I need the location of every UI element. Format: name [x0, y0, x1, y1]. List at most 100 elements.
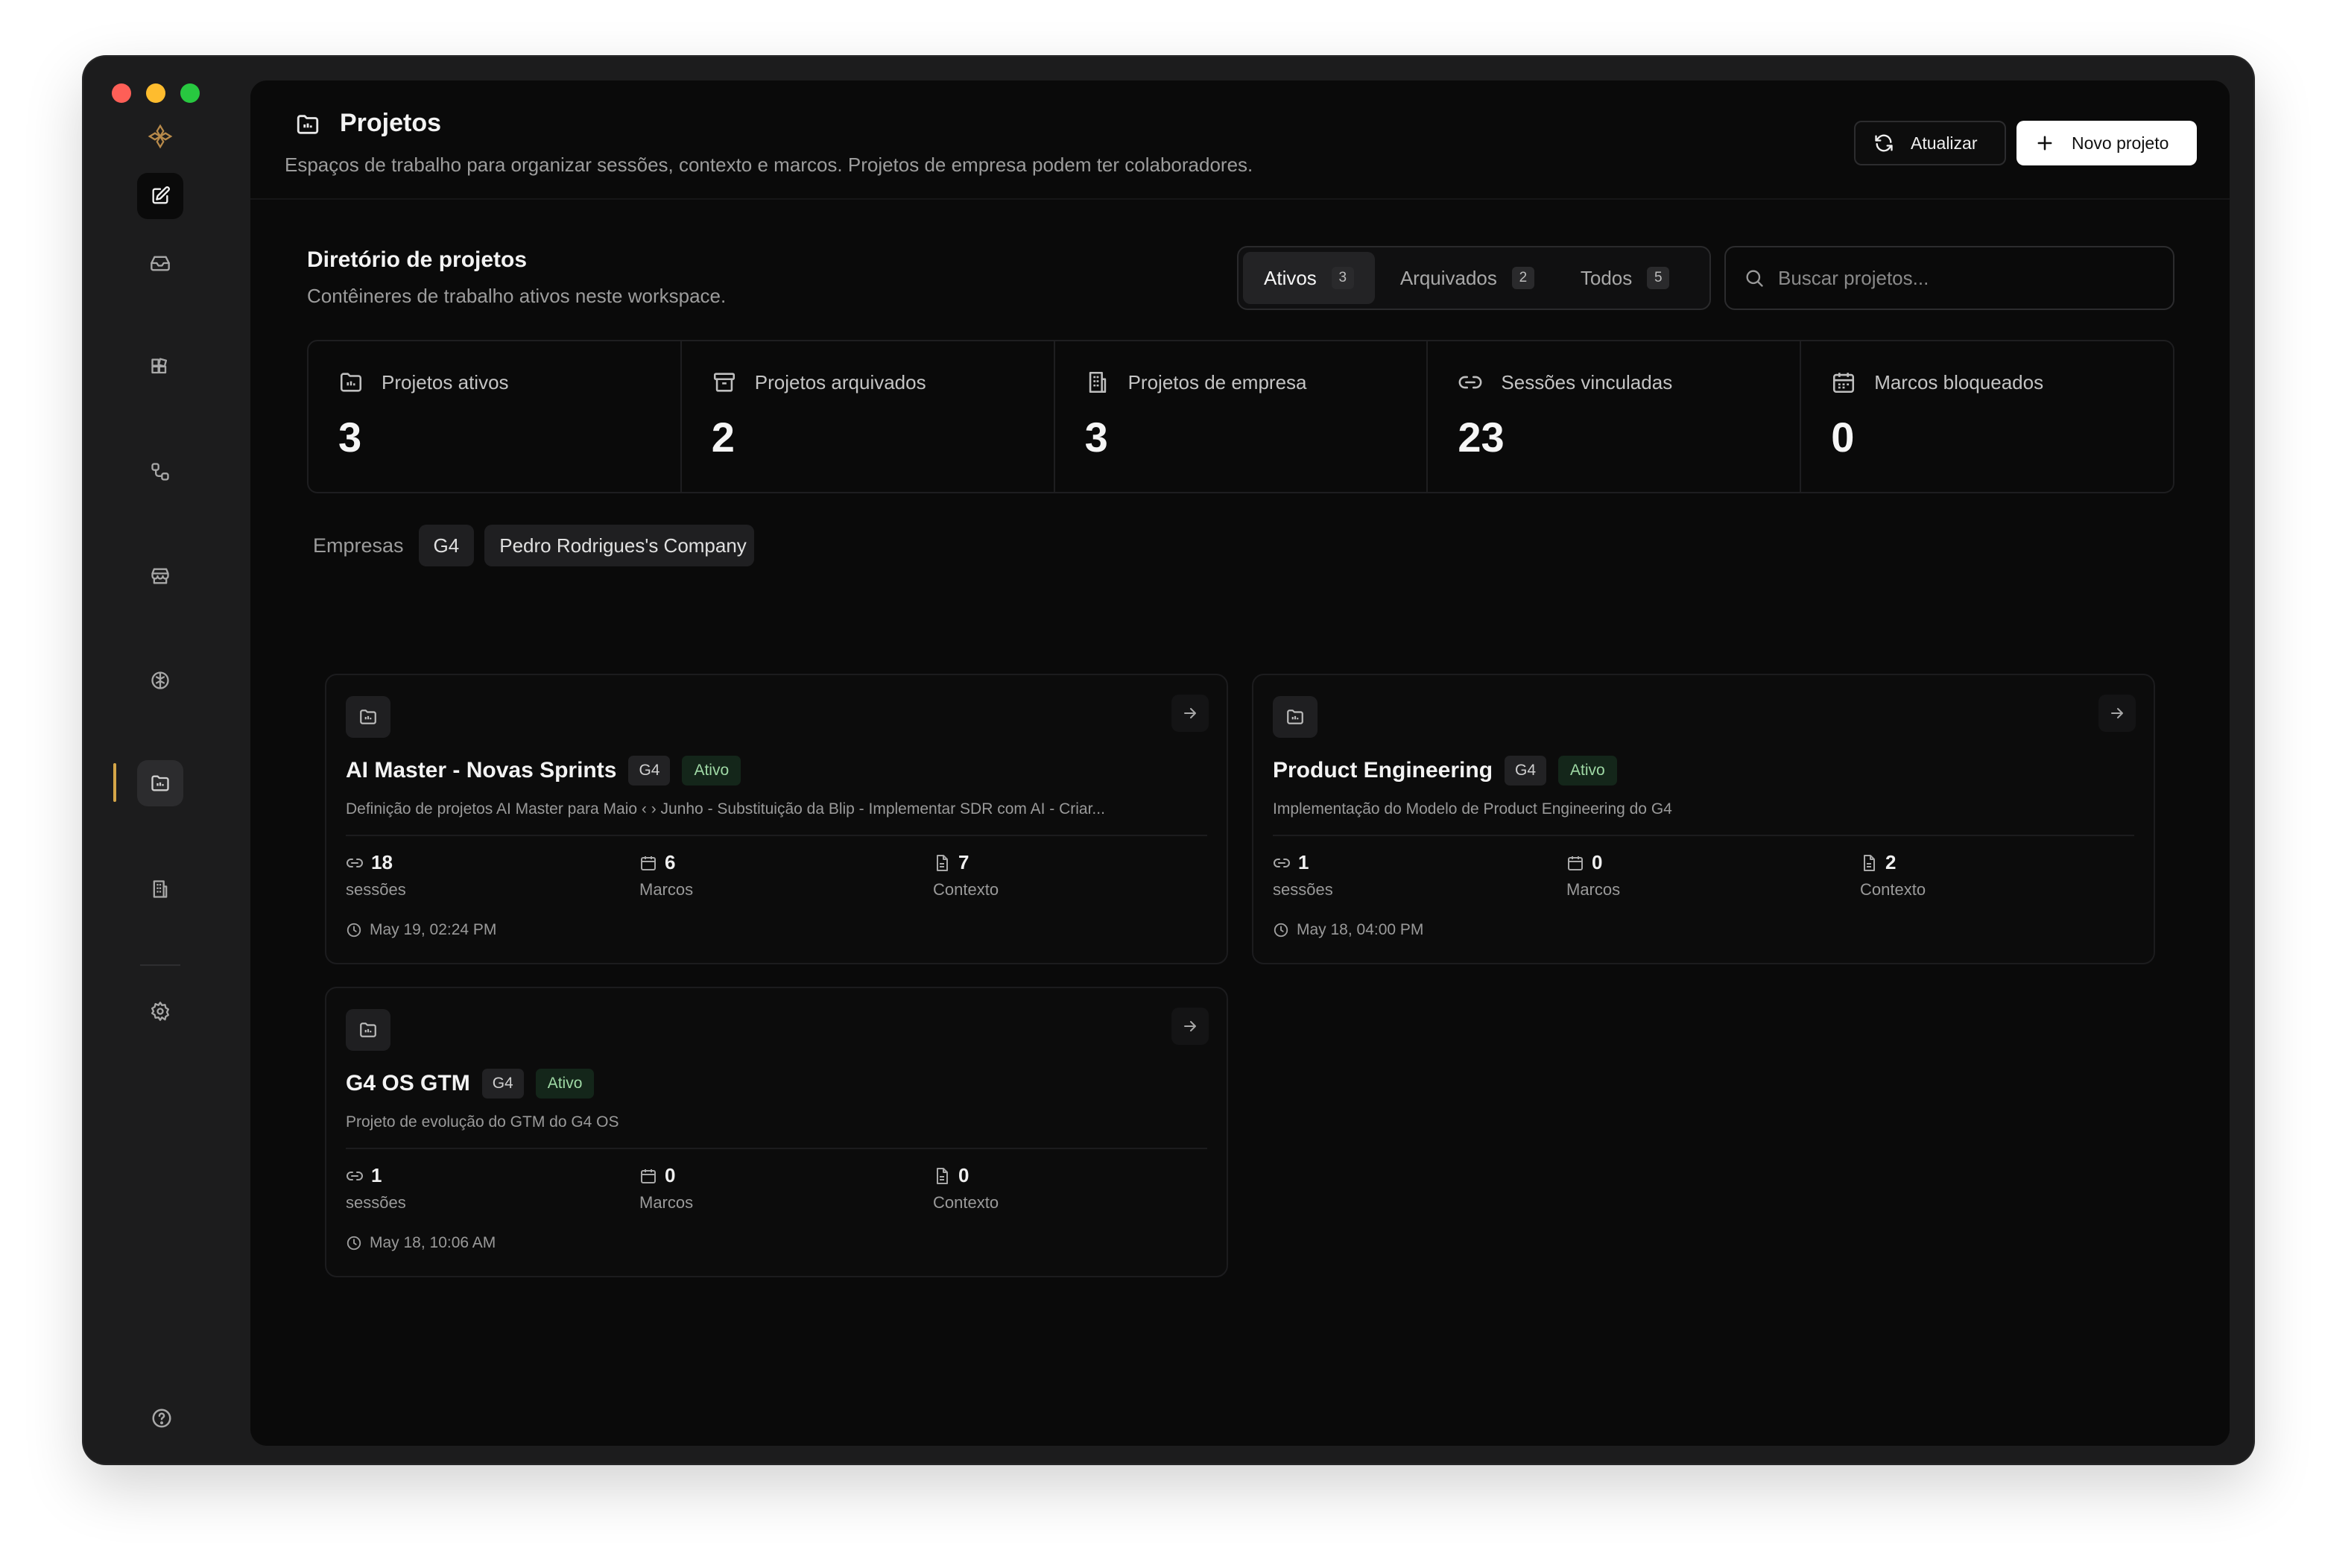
open-project-button[interactable]: [1171, 1008, 1209, 1045]
status-tabs: Ativos 3 Arquivados 2 Todos 5: [1237, 246, 1711, 310]
refresh-label: Atualizar: [1911, 133, 1978, 153]
folder-icon: [1273, 696, 1318, 738]
sidebar-item-inbox[interactable]: [137, 240, 183, 286]
project-title: Product Engineering: [1273, 758, 1493, 783]
project-description: Projeto de evolução do GTM do G4 OS: [346, 1113, 619, 1131]
tab-count: 2: [1511, 267, 1534, 289]
context-metric: 7 Contexto: [933, 851, 999, 900]
document-icon: [937, 854, 948, 871]
project-title: AI Master - Novas Sprints: [346, 758, 617, 783]
building-icon: [1085, 370, 1110, 395]
document-icon: [937, 1167, 948, 1184]
sidebar-item-brain[interactable]: [137, 657, 183, 704]
updated-at: May 18, 04:00 PM: [1273, 921, 1423, 939]
metric-value: 1: [371, 1164, 382, 1186]
arrow-right-icon: [1184, 708, 1196, 718]
folder-icon: [151, 775, 169, 791]
stat-value: 0: [1831, 414, 1855, 461]
project-card[interactable]: Product Engineering G4 Ativo Implementaç…: [1252, 674, 2155, 964]
metric-label: Contexto: [933, 1193, 999, 1212]
section-subtitle: Contêineres de trabalho ativos neste wor…: [307, 285, 727, 307]
metric-label: Marcos: [639, 880, 694, 899]
tab-ativos[interactable]: Ativos 3: [1243, 252, 1375, 304]
card-divider: [1273, 835, 2134, 836]
refresh-button[interactable]: Atualizar: [1854, 121, 2006, 165]
inbox-icon: [151, 256, 170, 271]
link-icon: [347, 1171, 363, 1180]
company-chip-pedro[interactable]: Pedro Rodrigues's Company: [484, 525, 755, 566]
company-chip-g4[interactable]: G4: [418, 525, 475, 566]
search-box: [1724, 246, 2174, 310]
tab-todos[interactable]: Todos 5: [1560, 252, 1690, 304]
tab-arquivados[interactable]: Arquivados 2: [1379, 252, 1555, 304]
stat-label: Sessões vinculadas: [1501, 371, 1673, 393]
calendar-icon: [641, 1169, 656, 1183]
clock-icon: [1274, 923, 1288, 938]
card-title-row: G4 OS GTM G4 Ativo: [346, 1069, 595, 1098]
metric-value: 0: [665, 1164, 676, 1186]
metric-value: 0: [1592, 851, 1603, 873]
document-icon: [1864, 854, 1875, 871]
status-badge: Ativo: [1558, 756, 1617, 785]
filter-label: Empresas: [313, 534, 404, 557]
sidebar-item-settings[interactable]: [137, 988, 183, 1034]
rail-divider: [140, 964, 180, 966]
tab-count: 3: [1331, 267, 1354, 289]
card-divider: [346, 835, 1207, 836]
sessions-metric: 18 sessões: [346, 851, 406, 900]
arrow-right-icon: [1184, 1021, 1196, 1031]
metric-value: 0: [958, 1164, 969, 1186]
archive-icon: [712, 370, 737, 395]
context-metric: 0 Contexto: [933, 1164, 999, 1213]
updated-at: May 19, 02:24 PM: [346, 921, 496, 939]
metric-label: Marcos: [639, 1193, 694, 1212]
sidebar-item-store[interactable]: [137, 553, 183, 599]
company-tag: G4: [481, 1069, 524, 1098]
sessions-metric: 1 sessões: [346, 1164, 406, 1213]
metric-label: Marcos: [1566, 880, 1621, 899]
open-project-button[interactable]: [1171, 695, 1209, 732]
calendar-icon: [1568, 856, 1583, 870]
new-session-button[interactable]: [137, 173, 183, 219]
search-input[interactable]: [1778, 266, 2136, 290]
project-card[interactable]: AI Master - Novas Sprints G4 Ativo Defin…: [325, 674, 1228, 964]
stat-label: Projetos arquivados: [754, 371, 926, 393]
metric-label: Contexto: [933, 880, 999, 899]
context-metric: 2 Contexto: [1860, 851, 1926, 900]
card-title-row: AI Master - Novas Sprints G4 Ativo: [346, 756, 741, 785]
sidebar-item-companies[interactable]: [137, 866, 183, 912]
folder-icon: [346, 696, 390, 738]
open-project-button[interactable]: [2098, 695, 2136, 732]
link-icon: [1274, 858, 1290, 867]
sidebar-item-apps[interactable]: [137, 344, 183, 391]
stat-value: 23: [1458, 414, 1505, 461]
tab-count: 5: [1647, 267, 1670, 289]
company-filter: Empresas G4 Pedro Rodrigues's Company: [313, 525, 755, 566]
metric-label: sessões: [346, 1193, 406, 1212]
store-icon: [151, 568, 169, 584]
metric-value: 2: [1885, 851, 1897, 873]
sidebar-rail: [83, 57, 250, 1464]
project-title: G4 OS GTM: [346, 1071, 470, 1096]
plus-icon: [2037, 136, 2052, 151]
stat-card: Marcos bloqueados 0: [1801, 341, 2173, 492]
sidebar-item-workflows[interactable]: [137, 449, 183, 495]
clock-icon: [347, 1236, 361, 1251]
metric-value: 18: [371, 851, 393, 873]
stat-card: Projetos de empresa 3: [1055, 341, 1429, 492]
updated-label: May 19, 02:24 PM: [370, 921, 497, 938]
stat-value: 3: [1084, 414, 1108, 461]
help-icon[interactable]: [151, 1407, 173, 1429]
new-project-button[interactable]: Novo projeto: [2016, 121, 2197, 165]
new-project-label: Novo projeto: [2072, 133, 2169, 153]
stat-label: Projetos ativos: [382, 371, 509, 393]
stat-value: 2: [711, 414, 735, 461]
metric-label: sessões: [346, 880, 406, 899]
sessions-metric: 1 sessões: [1273, 851, 1333, 900]
sidebar-item-projects[interactable]: [137, 760, 183, 806]
project-card[interactable]: G4 OS GTM G4 Ativo Projeto de evolução d…: [325, 987, 1228, 1277]
tab-label: Arquivados: [1399, 266, 1497, 289]
milestones-metric: 6 Marcos: [639, 851, 693, 900]
page-title: Projetos: [340, 109, 442, 137]
page-header: Projetos Espaços de trabalho para organi…: [250, 80, 2230, 200]
